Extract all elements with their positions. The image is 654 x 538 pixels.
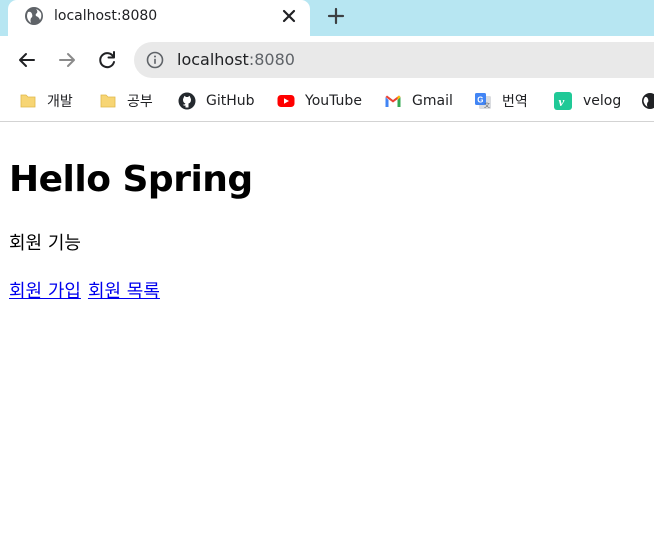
member-links: 회원 가입 회원 목록 (9, 281, 160, 303)
bookmark-label: GitHub (206, 93, 255, 109)
bookmark-label: 번역 (502, 94, 528, 110)
bookmark-label: YouTube (305, 93, 362, 109)
reload-icon[interactable] (95, 48, 119, 72)
bookmark-translate[interactable]: G 文 번역 (474, 90, 528, 112)
page-subtitle: 회원 기능 (9, 233, 81, 254)
svg-text:G: G (477, 96, 483, 105)
globe-icon[interactable] (641, 92, 654, 110)
member-list-link[interactable]: 회원 목록 (88, 281, 160, 302)
address-bar[interactable]: localhost:8080 (134, 42, 654, 78)
browser-toolbar: localhost:8080 (0, 36, 654, 84)
bookmark-study[interactable]: 공부 (99, 90, 153, 112)
google-translate-icon: G 文 (475, 93, 491, 110)
folder-icon (100, 94, 116, 108)
bookmark-github[interactable]: GitHub (178, 90, 255, 112)
forward-arrow-icon[interactable] (55, 48, 79, 72)
velog-icon: v (554, 92, 572, 110)
folder-icon (20, 94, 36, 108)
tab-strip: localhost:8080 (0, 0, 654, 36)
page-title: Hello Spring (9, 159, 253, 200)
bookmarks-bar: 개발 공부 GitHub YouTube Gmail G 文 번역 v velo… (0, 84, 654, 122)
svg-text:v: v (559, 94, 565, 109)
info-icon[interactable] (146, 51, 164, 69)
bookmark-youtube[interactable]: YouTube (275, 90, 362, 112)
new-tab-icon[interactable] (324, 4, 348, 28)
member-join-link[interactable]: 회원 가입 (9, 281, 81, 302)
url-host: localhost (177, 50, 249, 69)
bookmark-label: velog (583, 93, 622, 109)
youtube-icon (277, 95, 295, 107)
page-content: Hello Spring 회원 기능 회원 가입 회원 목록 (0, 123, 654, 538)
github-icon (178, 92, 196, 110)
bookmark-label: Gmail (412, 93, 453, 109)
browser-tab[interactable]: localhost:8080 (8, 0, 310, 36)
globe-icon (25, 7, 43, 25)
url-text: localhost:8080 (177, 50, 295, 70)
bookmark-gmail[interactable]: Gmail (384, 90, 453, 112)
svg-text:文: 文 (484, 102, 490, 110)
bookmark-dev[interactable]: 개발 (19, 90, 73, 112)
url-port: :8080 (248, 50, 295, 69)
close-icon[interactable] (278, 5, 300, 27)
bookmark-label: 개발 (47, 94, 73, 110)
bookmark-label: 공부 (127, 94, 153, 110)
bookmark-velog[interactable]: v velog (553, 90, 621, 112)
gmail-icon (385, 95, 401, 107)
tab-title: localhost:8080 (54, 8, 158, 24)
back-arrow-icon[interactable] (15, 48, 39, 72)
